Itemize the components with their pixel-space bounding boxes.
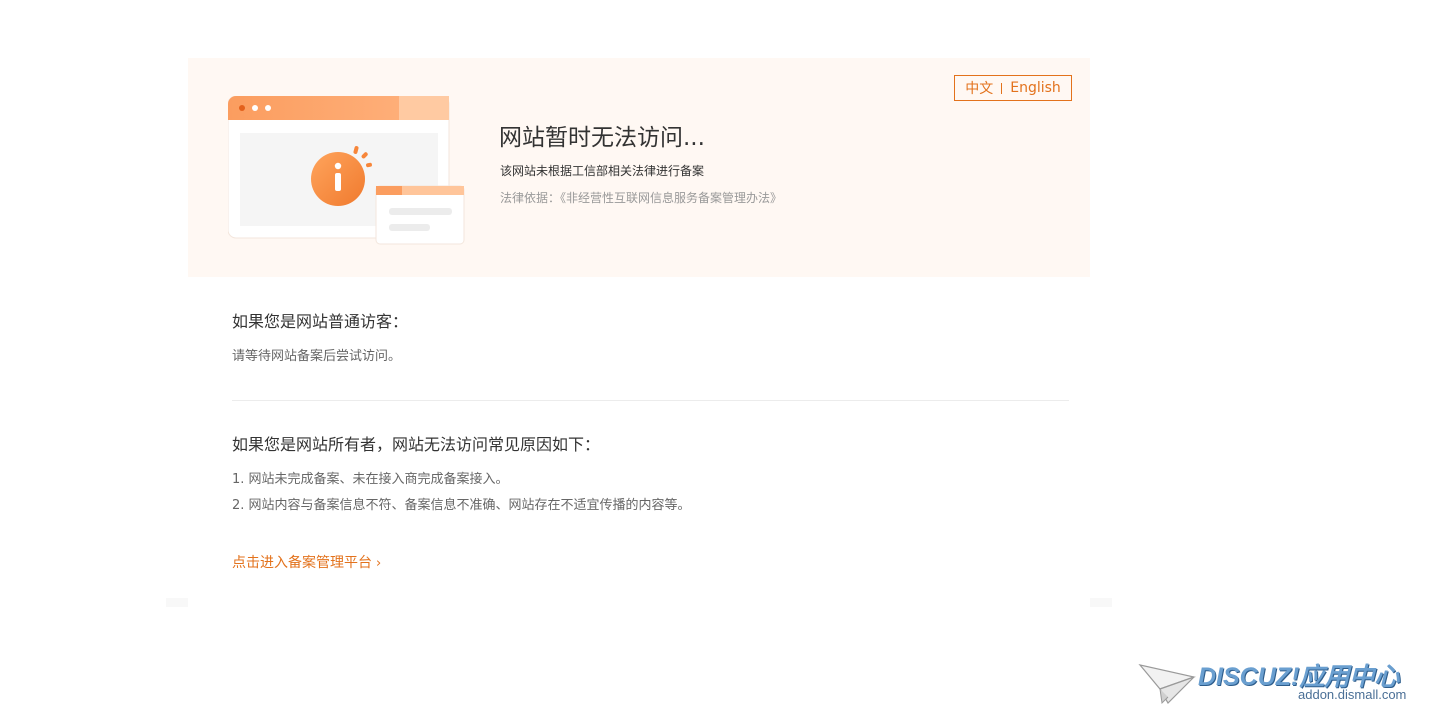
filing-platform-link[interactable]: 点击进入备案管理平台 › [232,552,381,572]
lang-separator [1001,82,1003,94]
owner-reason-item: 2. 网站内容与备案信息不符、备案信息不准确、网站存在不适宜传播的内容等。 [232,498,691,513]
footer-shadow-left [166,598,188,607]
visitor-section-title: 如果您是网站普通访客： [232,312,409,331]
page-title: 网站暂时无法访问... [499,125,705,151]
chevron-right-icon: › [376,556,382,571]
legal-basis-text: 法律依据：《非经营性互联网信息服务备案管理办法》 [500,191,783,205]
language-switcher: 中文 English [954,75,1072,101]
watermark: DISCUZ!应用中心 addon.dismall.com [1138,655,1428,711]
page-subtitle: 该网站未根据工信部相关法律进行备案 [500,164,705,178]
filing-platform-link-label: 点击进入备案管理平台 [232,555,372,571]
visitor-section-text: 请等待网站备案后尝试访问。 [232,349,402,364]
owner-reason-item: 1. 网站未完成备案、未在接入商完成备案接入。 [232,472,509,487]
paper-plane-icon [1138,664,1196,705]
lang-en-link[interactable]: English [1010,80,1061,96]
footer-shadow-right [1090,598,1112,607]
owner-section-title: 如果您是网站所有者，网站无法访问常见原因如下： [232,435,601,454]
watermark-url: addon.dismall.com [1298,687,1407,702]
section-divider [232,400,1069,401]
browser-info-illustration [228,96,465,245]
lang-zh-link[interactable]: 中文 [965,78,993,98]
